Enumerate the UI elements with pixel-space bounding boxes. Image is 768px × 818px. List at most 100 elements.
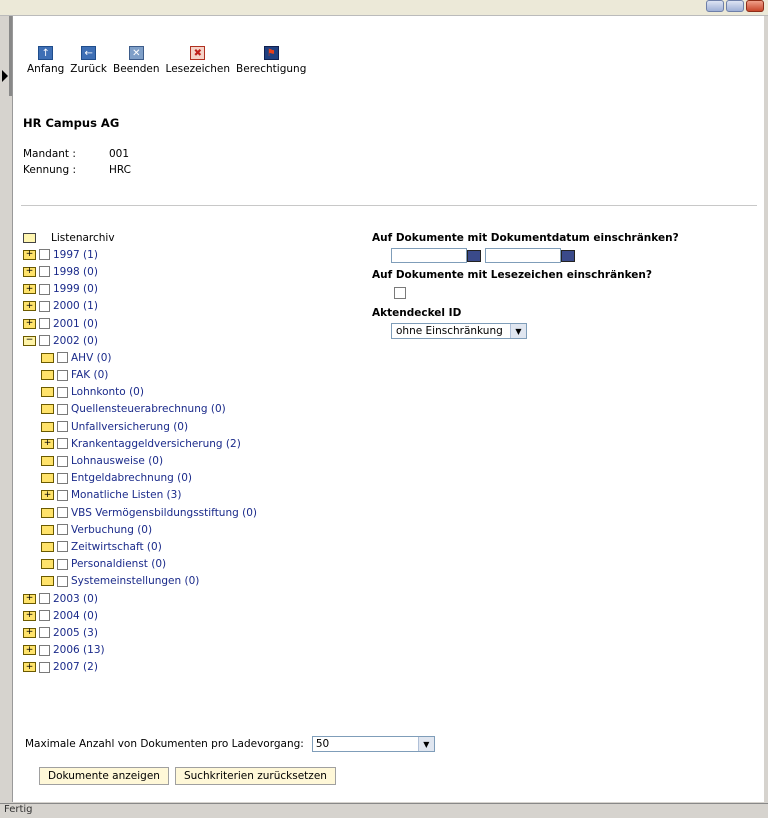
- child-checkbox[interactable]: [57, 507, 68, 519]
- expand-folder-icon[interactable]: +: [23, 627, 36, 638]
- child-checkbox[interactable]: [57, 369, 68, 381]
- reset-criteria-button[interactable]: Suchkriterien zurücksetzen: [174, 767, 336, 785]
- frame-splitter[interactable]: [0, 16, 12, 804]
- expand-arrow-icon[interactable]: [2, 70, 8, 82]
- year-link[interactable]: 2006 (13): [53, 644, 105, 656]
- child-checkbox[interactable]: [57, 352, 68, 364]
- minimize-button[interactable]: [706, 0, 724, 12]
- year-checkbox[interactable]: [39, 318, 50, 330]
- child-link[interactable]: Systemeinstellungen (0): [71, 575, 199, 587]
- child-link[interactable]: Personaldienst (0): [71, 558, 166, 570]
- expand-folder-icon[interactable]: +: [23, 266, 36, 277]
- show-documents-button[interactable]: Dokumente anzeigen: [39, 767, 169, 785]
- year-link[interactable]: 2003 (0): [53, 593, 98, 605]
- tree-year: + 2007 (2): [23, 659, 257, 676]
- window-close-button[interactable]: [746, 0, 764, 12]
- expand-folder-icon[interactable]: +: [23, 318, 36, 329]
- year-checkbox[interactable]: [39, 283, 50, 295]
- year-link[interactable]: 2005 (3): [53, 627, 98, 639]
- kennung-row: Kennung : HRC: [23, 164, 131, 180]
- child-checkbox[interactable]: [57, 438, 68, 450]
- max-docs-select[interactable]: 50 ▼: [311, 736, 435, 752]
- expand-folder-icon[interactable]: +: [23, 662, 36, 673]
- year-checkbox[interactable]: [39, 300, 50, 312]
- child-checkbox[interactable]: [57, 489, 68, 501]
- child-checkbox[interactable]: [57, 386, 68, 398]
- tree-year: + 1998 (0): [23, 263, 257, 280]
- tree-child: FAK (0): [41, 367, 257, 384]
- date-to-input[interactable]: [485, 248, 561, 263]
- max-docs-row: Maximale Anzahl von Dokumenten pro Ladev…: [25, 736, 435, 752]
- year-link[interactable]: 2000 (1): [53, 300, 98, 312]
- tree-child: AHV (0): [41, 349, 257, 366]
- child-link[interactable]: Quellensteuerabrechnung (0): [71, 403, 226, 415]
- divider: [21, 205, 757, 206]
- tree-child: Personaldienst (0): [41, 556, 257, 573]
- folder-id-select[interactable]: ohne Einschränkung ▼: [391, 323, 527, 339]
- child-checkbox[interactable]: [57, 403, 68, 415]
- calendar-icon[interactable]: [561, 249, 575, 262]
- year-checkbox[interactable]: [39, 266, 50, 278]
- exit-button[interactable]: ✕ Beenden: [113, 46, 160, 75]
- year-link[interactable]: 2002 (0): [53, 335, 98, 347]
- child-checkbox[interactable]: [57, 472, 68, 484]
- year-checkbox[interactable]: [39, 593, 50, 605]
- child-link[interactable]: Krankentaggeldversicherung (2): [71, 438, 241, 450]
- company-name: HR Campus AG: [23, 116, 120, 130]
- year-link[interactable]: 2001 (0): [53, 318, 98, 330]
- back-icon: ←: [81, 46, 97, 60]
- tree-child: + Krankentaggeldversicherung (2): [41, 435, 257, 452]
- back-button[interactable]: ← Zurück: [70, 46, 107, 75]
- tree-child: Entgeldabrechnung (0): [41, 470, 257, 487]
- year-checkbox[interactable]: [39, 644, 50, 656]
- expand-folder-icon[interactable]: +: [41, 438, 54, 449]
- folder-icon: [41, 507, 54, 518]
- home-button[interactable]: ↑ Anfang: [27, 46, 64, 75]
- year-checkbox[interactable]: [39, 627, 50, 639]
- year-checkbox[interactable]: [39, 661, 50, 673]
- maximize-button[interactable]: [726, 0, 744, 12]
- expand-folder-icon[interactable]: +: [23, 645, 36, 656]
- child-link[interactable]: Entgeldabrechnung (0): [71, 472, 192, 484]
- calendar-icon[interactable]: [467, 249, 481, 262]
- child-checkbox[interactable]: [57, 524, 68, 536]
- open-folder-icon[interactable]: −: [23, 335, 36, 346]
- year-checkbox[interactable]: [39, 249, 50, 261]
- child-link[interactable]: AHV (0): [71, 352, 111, 364]
- permission-button[interactable]: ⚑ Berechtigung: [236, 46, 306, 75]
- child-link[interactable]: VBS Vermögensbildungsstiftung (0): [71, 507, 257, 519]
- exit-label: Beenden: [112, 63, 160, 75]
- bookmark-button[interactable]: ✖ Lesezeichen: [166, 46, 230, 75]
- year-link[interactable]: 1997 (1): [53, 249, 98, 261]
- folder-icon: [41, 576, 54, 587]
- child-link[interactable]: Verbuchung (0): [71, 524, 152, 536]
- child-checkbox[interactable]: [57, 421, 68, 433]
- toolbar: ↑ Anfang ← Zurück ✕ Beenden ✖ Lesezeiche…: [13, 46, 306, 75]
- year-link[interactable]: 1999 (0): [53, 283, 98, 295]
- expand-folder-icon[interactable]: +: [23, 301, 36, 312]
- child-link[interactable]: Unfallversicherung (0): [71, 421, 188, 433]
- year-checkbox[interactable]: [39, 335, 50, 347]
- child-link[interactable]: Lohnkonto (0): [71, 386, 144, 398]
- child-checkbox[interactable]: [57, 558, 68, 570]
- year-link[interactable]: 2004 (0): [53, 610, 98, 622]
- child-checkbox[interactable]: [57, 455, 68, 467]
- tree-child: VBS Vermögensbildungsstiftung (0): [41, 504, 257, 521]
- archive-folder-icon: [23, 232, 36, 243]
- year-link[interactable]: 1998 (0): [53, 266, 98, 278]
- child-link[interactable]: Monatliche Listen (3): [71, 489, 181, 501]
- expand-folder-icon[interactable]: +: [23, 610, 36, 621]
- expand-folder-icon[interactable]: +: [23, 593, 36, 604]
- year-link[interactable]: 2007 (2): [53, 661, 98, 673]
- child-link[interactable]: FAK (0): [71, 369, 108, 381]
- year-checkbox[interactable]: [39, 610, 50, 622]
- date-from-input[interactable]: [391, 248, 467, 263]
- child-link[interactable]: Zeitwirtschaft (0): [71, 541, 162, 553]
- child-checkbox[interactable]: [57, 541, 68, 553]
- child-checkbox[interactable]: [57, 575, 68, 587]
- bookmark-filter-checkbox[interactable]: [394, 287, 406, 299]
- expand-folder-icon[interactable]: +: [41, 490, 54, 501]
- expand-folder-icon[interactable]: +: [23, 284, 36, 295]
- expand-folder-icon[interactable]: +: [23, 249, 36, 260]
- child-link[interactable]: Lohnausweise (0): [71, 455, 163, 467]
